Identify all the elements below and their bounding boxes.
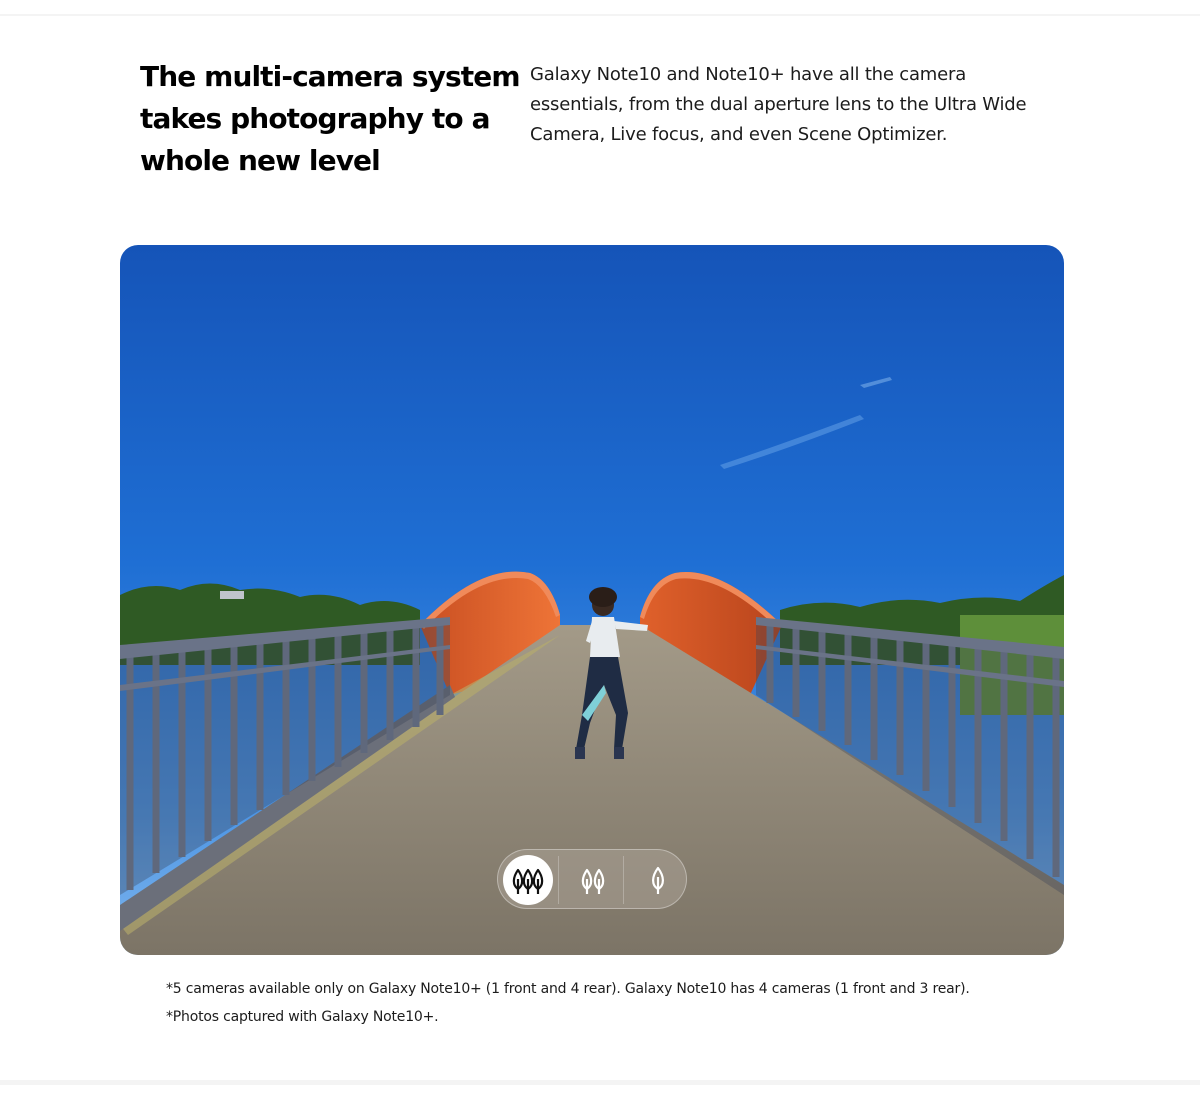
top-divider [0, 14, 1200, 16]
ultra-wide-lens-button[interactable] [503, 855, 553, 905]
wide-lens-button[interactable] [568, 855, 618, 905]
lens-divider [558, 856, 559, 904]
lens-divider [623, 856, 624, 904]
disclaimer-photo-credit: *Photos captured with Galaxy Note10+. [166, 1009, 439, 1025]
three-trees-icon [512, 868, 544, 894]
ultra-wide-sample-photo [120, 245, 1064, 955]
disclaimer-camera-count: *5 cameras available only on Galaxy Note… [166, 981, 970, 997]
bottom-divider [0, 1080, 1200, 1085]
disclaimer-notes: *5 cameras available only on Galaxy Note… [166, 975, 1106, 1031]
section-headline: The multi-camera system takes photograph… [140, 60, 521, 177]
single-tree-icon [652, 866, 664, 894]
telephoto-lens-button[interactable] [633, 855, 683, 905]
section-intro: Galaxy Note10 and Note10+ have all the c… [530, 64, 1027, 145]
two-trees-icon [581, 868, 605, 894]
lens-switcher [497, 849, 687, 909]
